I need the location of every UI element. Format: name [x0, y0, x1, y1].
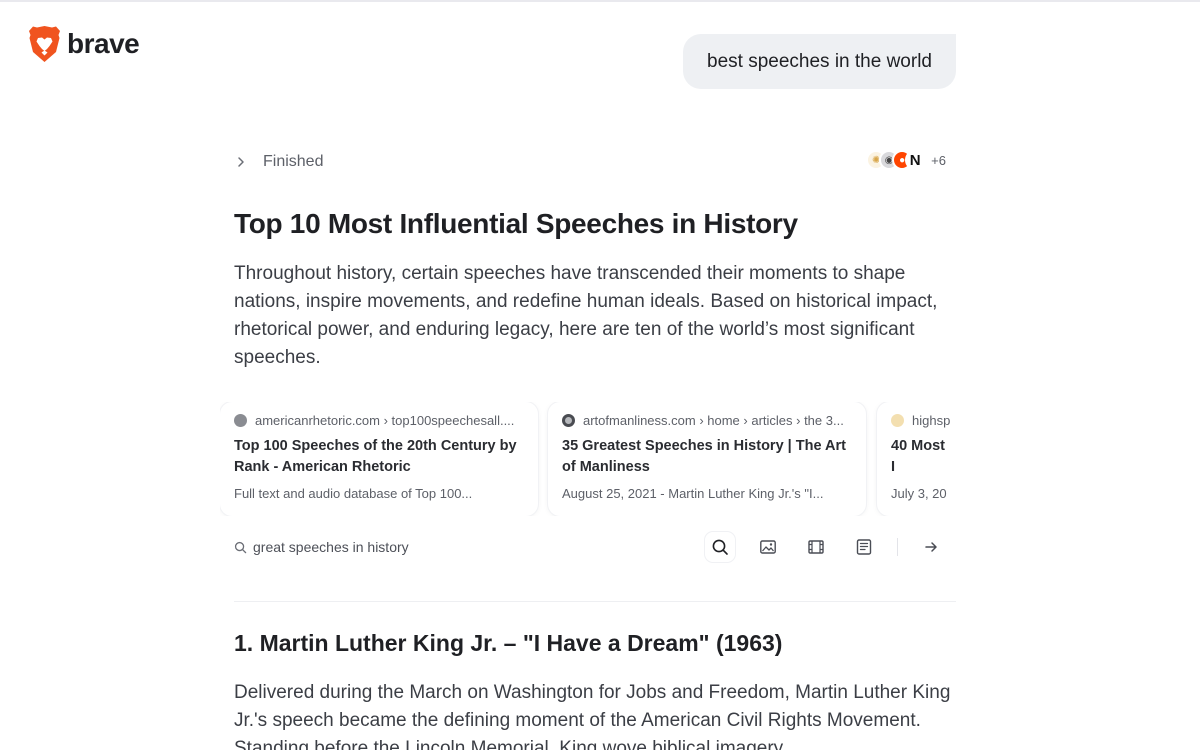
image-search-button[interactable]: [753, 532, 783, 562]
speech-section-heading: 1. Martin Luther King Jr. – "I Have a Dr…: [234, 630, 783, 656]
brave-lion-icon: [29, 26, 60, 62]
sources-more-count: +6: [931, 152, 946, 168]
source-favicons[interactable]: ✺ ◉ ● N +6: [866, 150, 946, 170]
americanrhetoric-favicon-icon: [234, 414, 247, 427]
card-description: August 25, 2021 - Martin Luther King Jr.…: [562, 486, 824, 501]
brand-name: brave: [67, 28, 140, 59]
search-suggestion-row: great speeches in history: [234, 532, 946, 562]
source-favicon-n: N: [905, 150, 926, 170]
artofmanliness-favicon-icon: [562, 414, 575, 427]
card-source-url: americanrhetoric.com › top100speechesall…: [255, 413, 515, 428]
open-search-arrow-button[interactable]: [916, 532, 946, 562]
news-icon: [856, 539, 872, 555]
status-row[interactable]: Finished ✺ ◉ ● N +6: [234, 150, 946, 174]
source-cards: americanrhetoric.com › top100speechesall…: [220, 402, 956, 516]
source-card[interactable]: highsp 40 Most I HighSpar July 3, 20: [877, 402, 956, 516]
chevron-right-icon: [238, 157, 244, 167]
answer-intro: Throughout history, certain speeches hav…: [234, 263, 938, 368]
toolbar-divider: [897, 538, 898, 556]
top-border: [0, 0, 1200, 2]
section-divider: [234, 601, 956, 602]
brave-search-page: brave best speeches in the world Finishe…: [0, 0, 1200, 750]
speech-section-body: Delivered during the March on Washington…: [234, 682, 951, 750]
video-search-button[interactable]: [801, 532, 831, 562]
card-title: 40 Most I HighSpar: [891, 438, 945, 475]
card-description: July 3, 20: [891, 486, 947, 501]
answer-title: Top 10 Most Influential Speeches in Hist…: [234, 208, 798, 239]
image-icon: [760, 540, 776, 554]
card-source-url: artofmanliness.com › home › articles › t…: [583, 413, 844, 428]
search-suggestion-link[interactable]: great speeches in history: [253, 539, 409, 555]
source-card[interactable]: artofmanliness.com › home › articles › t…: [548, 402, 866, 516]
search-icon: [234, 541, 247, 553]
arrow-right-icon: [925, 542, 937, 552]
news-search-button[interactable]: [849, 532, 879, 562]
source-card[interactable]: americanrhetoric.com › top100speechesall…: [220, 402, 538, 516]
highspark-favicon-icon: [891, 414, 904, 427]
card-description: Full text and audio database of Top 100.…: [234, 486, 473, 501]
status-text: Finished: [263, 153, 324, 170]
result-type-toolbar: [687, 532, 946, 562]
user-query-bubble: best speeches in the world: [683, 34, 956, 89]
video-icon: [808, 540, 824, 554]
card-source-url: highsp: [912, 413, 951, 428]
web-search-button[interactable]: [705, 532, 735, 562]
card-title: Top 100 Speeches of the 20th Century by …: [234, 438, 517, 475]
web-search-icon: [712, 539, 728, 555]
card-title: 35 Greatest Speeches in History | The Ar…: [562, 438, 846, 475]
brave-logo[interactable]: brave: [28, 25, 140, 63]
